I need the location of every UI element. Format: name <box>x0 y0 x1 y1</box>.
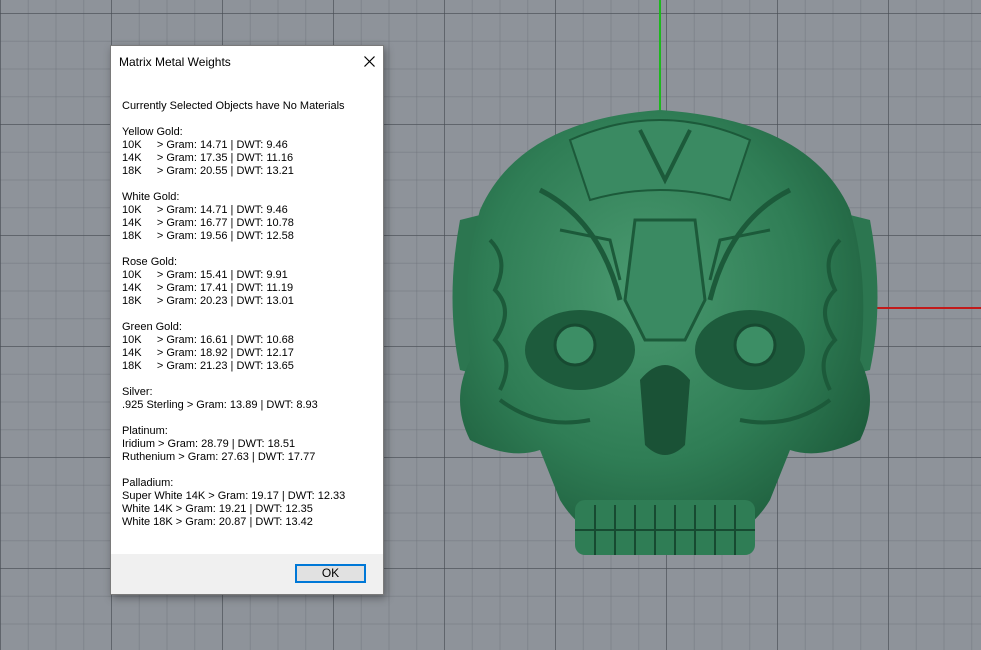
weight-line: 18K > Gram: 20.55 | DWT: 13.21 <box>122 165 294 177</box>
weight-line: 18K > Gram: 19.56 | DWT: 12.58 <box>122 230 294 242</box>
weight-line: 18K > Gram: 21.23 | DWT: 13.65 <box>122 360 294 372</box>
dialog-content: Currently Selected Objects have No Mater… <box>122 100 377 542</box>
metal-group-heading: Yellow Gold: <box>122 126 183 138</box>
metal-group: Platinum: Iridium > Gram: 28.79 | DWT: 18… <box>122 425 377 464</box>
metal-group: Silver: .925 Sterling > Gram: 13.89 | DWT… <box>122 386 377 412</box>
weight-line: Ruthenium > Gram: 27.63 | DWT: 17.77 <box>122 451 316 463</box>
metal-group-heading: Platinum: <box>122 425 168 437</box>
weight-line: White 18K > Gram: 20.87 | DWT: 13.42 <box>122 516 313 528</box>
metal-group-heading: Silver: <box>122 386 153 398</box>
metal-group: White Gold: 10K > Gram: 14.71 | DWT: 9.46… <box>122 191 377 243</box>
weight-line: 10K > Gram: 14.71 | DWT: 9.46 <box>122 204 288 216</box>
weight-line: 14K > Gram: 16.77 | DWT: 10.78 <box>122 217 294 229</box>
weight-line: Iridium > Gram: 28.79 | DWT: 18.51 <box>122 438 296 450</box>
weight-line: 18K > Gram: 20.23 | DWT: 13.01 <box>122 295 294 307</box>
metal-group-heading: Palladium: <box>122 477 174 489</box>
close-icon <box>363 55 375 67</box>
weight-line: Super White 14K > Gram: 19.17 | DWT: 12.… <box>122 490 346 502</box>
metal-group: Palladium: Super White 14K > Gram: 19.17 … <box>122 477 377 529</box>
skull-ring-model[interactable] <box>440 100 890 580</box>
weight-line: .925 Sterling > Gram: 13.89 | DWT: 8.93 <box>122 399 318 411</box>
weight-line: 10K > Gram: 14.71 | DWT: 9.46 <box>122 139 288 151</box>
metal-group: Green Gold: 10K > Gram: 16.61 | DWT: 10.6… <box>122 321 377 373</box>
dialog-titlebar[interactable]: Matrix Metal Weights <box>111 46 383 78</box>
metal-group: Rose Gold: 10K > Gram: 15.41 | DWT: 9.91 1… <box>122 256 377 308</box>
metal-groups: Yellow Gold: 10K > Gram: 14.71 | DWT: 9.4… <box>122 126 377 529</box>
weight-line: White 14K > Gram: 19.21 | DWT: 12.35 <box>122 503 313 515</box>
metal-group-heading: Rose Gold: <box>122 256 178 268</box>
weight-line: 10K > Gram: 16.61 | DWT: 10.68 <box>122 334 294 346</box>
weight-line: 14K > Gram: 18.92 | DWT: 12.17 <box>122 347 294 359</box>
dialog-footer: OK <box>111 554 383 594</box>
metal-group-heading: White Gold: <box>122 191 180 203</box>
weight-line: 10K > Gram: 15.41 | DWT: 9.91 <box>122 269 288 281</box>
metal-weights-dialog: Matrix Metal Weights Currently Selected … <box>110 45 384 595</box>
metal-group-heading: Green Gold: <box>122 321 182 333</box>
ok-button[interactable]: OK <box>295 564 366 583</box>
weight-line: 14K > Gram: 17.35 | DWT: 11.16 <box>122 152 294 164</box>
close-button[interactable] <box>355 46 383 76</box>
status-message: Currently Selected Objects have No Mater… <box>122 100 345 112</box>
weight-line: 14K > Gram: 17.41 | DWT: 11.19 <box>122 282 294 294</box>
dialog-title: Matrix Metal Weights <box>119 55 231 69</box>
metal-group: Yellow Gold: 10K > Gram: 14.71 | DWT: 9.4… <box>122 126 377 178</box>
